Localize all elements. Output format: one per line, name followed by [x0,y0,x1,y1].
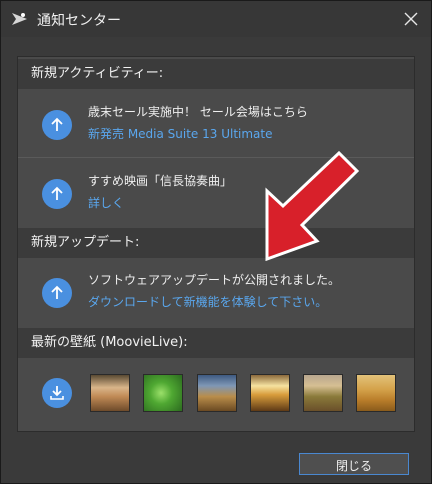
window-title: 通知センター [37,13,121,29]
activity-item-link[interactable]: 詳しく [88,194,124,211]
activity-item-icon [42,179,72,209]
wallpaper-thumbnail[interactable] [143,374,183,412]
close-button[interactable]: 閉じる [299,453,409,475]
download-button[interactable] [42,378,72,408]
title-bar: 通知センター [1,1,431,37]
arrow-up-icon [51,186,63,200]
wallpaper-thumbnail[interactable] [197,374,237,412]
activity-item-title: 歳末セール実施中！ セール会場はこちら [88,105,308,119]
wallpaper-row [18,357,414,427]
activity-section-header: 新規アクティビティー: [18,59,414,89]
wallpaper-section-header: 最新の壁紙 (MoovieLive): [18,328,414,358]
update-item-link[interactable]: ダウンロードして新機能を体験して下さい。 [88,293,327,310]
update-item: ソフトウェアアップデートが公開されました。 ダウンロードして新機能を体験して下さ… [18,257,414,329]
update-item-title: ソフトウェアアップデートが公開されました。 [88,273,341,287]
notification-center-window: 通知センター 新規アクティビティー: 歳末セール実施中！ セール会場はこちら 新… [0,0,432,484]
wallpaper-thumbnail[interactable] [90,374,130,412]
arrow-up-icon [51,117,63,131]
app-logo-icon [12,13,27,25]
red-arrow-icon [265,151,359,261]
wallpaper-thumbnail[interactable] [356,374,396,412]
activity-item-link[interactable]: 新発売 Media Suite 13 Ultimate [88,125,273,142]
activity-item-icon [42,110,72,140]
wallpaper-thumbnail[interactable] [303,374,343,412]
close-icon [404,12,418,26]
wallpaper-thumbnail[interactable] [250,374,290,412]
download-icon [50,386,64,400]
update-item-icon [42,278,72,308]
window-close-button[interactable] [397,5,425,33]
arrow-up-icon [51,285,63,299]
activity-item-title: すすめ映画「信長協奏曲」 [88,174,233,188]
